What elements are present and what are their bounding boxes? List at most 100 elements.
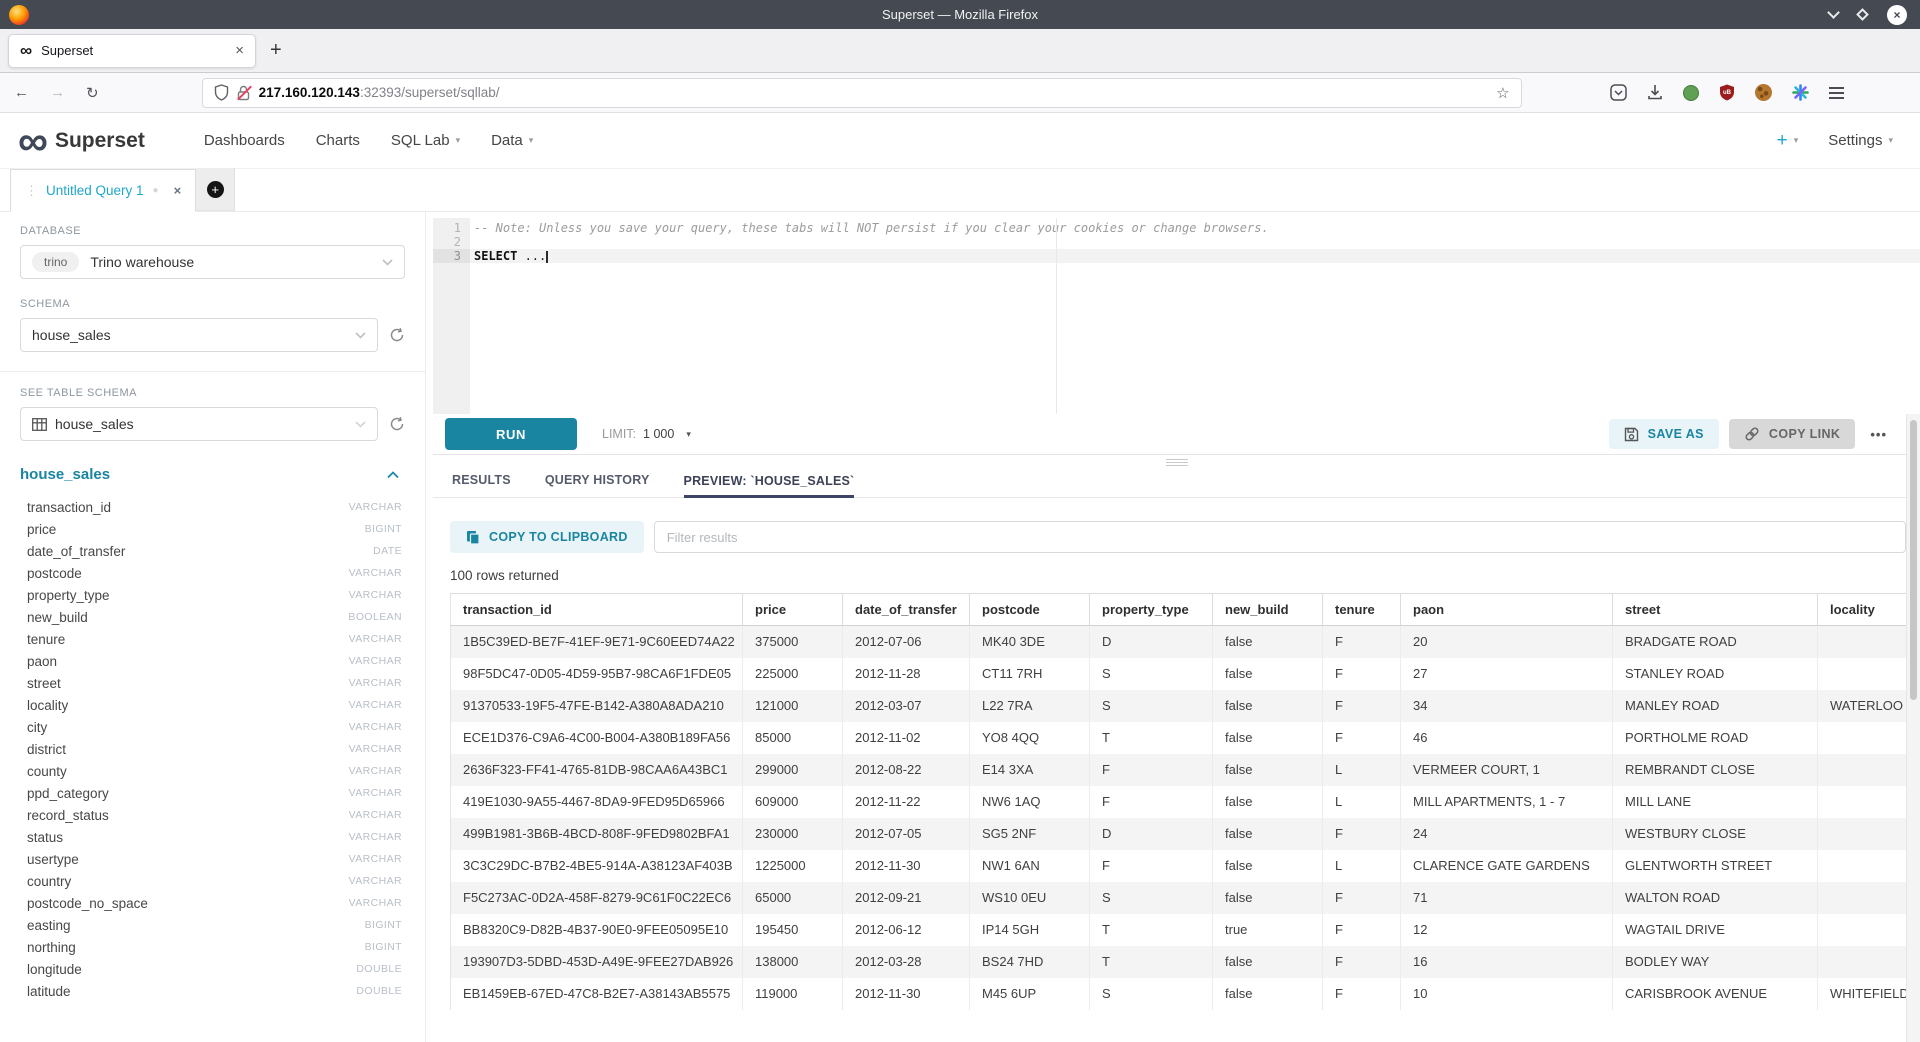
table-cell: 20 [1401, 626, 1613, 658]
schema-select[interactable]: house_sales [20, 318, 378, 352]
column-row[interactable]: tenure VARCHAR [20, 628, 405, 650]
table-cell: 1B5C39ED-BE7F-41EF-9E71-9C60EED74A22 [451, 626, 743, 658]
tab-close-icon[interactable]: × [235, 42, 244, 59]
table-row: F5C273AC-0D2A-458F-8279-9C61F0C22EC66500… [451, 882, 1914, 914]
back-icon[interactable]: ← [14, 84, 29, 101]
insecure-lock-icon[interactable] [237, 85, 250, 101]
column-header[interactable]: tenure [1323, 594, 1401, 626]
nav-item-dashboards[interactable]: Dashboards [204, 132, 285, 149]
tab-results[interactable]: RESULTS [452, 473, 511, 497]
column-row[interactable]: county VARCHAR [20, 760, 405, 782]
table-cell: 27 [1401, 658, 1613, 690]
column-row[interactable]: postcode VARCHAR [20, 562, 405, 584]
database-select[interactable]: trino Trino warehouse [20, 245, 405, 279]
table-cell: 3C3C29DC-B7B2-4BE5-914A-A38123AF403B [451, 850, 743, 882]
column-row[interactable]: paon VARCHAR [20, 650, 405, 672]
nav-item-data[interactable]: Data▾ [491, 132, 533, 149]
add-query-tab[interactable]: + [196, 168, 235, 211]
reload-icon[interactable]: ↻ [86, 84, 99, 102]
query-tab-untitled[interactable]: ⋮ Untitled Query 1 ● × [10, 169, 196, 212]
column-row[interactable]: district VARCHAR [20, 738, 405, 760]
browser-tab[interactable]: ∞ Superset × [8, 34, 256, 68]
column-row[interactable]: date_of_transfer DATE [20, 540, 405, 562]
scrollbar-thumb[interactable] [1910, 420, 1917, 700]
column-header[interactable]: locality [1818, 594, 1914, 626]
column-header[interactable]: transaction_id [451, 594, 743, 626]
column-type: VARCHAR [349, 633, 405, 645]
window-close-icon[interactable]: × [1887, 5, 1907, 25]
asterisk-extension-icon[interactable] [1792, 84, 1809, 101]
table-schema-select[interactable]: house_sales [20, 407, 378, 441]
column-row[interactable]: property_type VARCHAR [20, 584, 405, 606]
nav-item-sql-lab[interactable]: SQL Lab▾ [391, 132, 460, 149]
filter-results-input[interactable] [654, 521, 1906, 553]
table-cell: 2636F323-FF41-4765-81DB-98CAA6A43BC1 [451, 754, 743, 786]
table-cell: SG5 2NF [970, 818, 1090, 850]
superset-brand[interactable]: Superset [55, 129, 145, 153]
table-section-header[interactable]: house_sales [20, 466, 405, 483]
cookie-icon[interactable] [1755, 84, 1772, 101]
column-row[interactable]: status VARCHAR [20, 826, 405, 848]
superset-favicon-icon: ∞ [20, 42, 32, 59]
refresh-table-icon[interactable] [389, 416, 405, 432]
pocket-icon[interactable] [1610, 84, 1627, 101]
column-row[interactable]: city VARCHAR [20, 716, 405, 738]
column-row[interactable]: country VARCHAR [20, 870, 405, 892]
tab-query-history[interactable]: QUERY HISTORY [545, 473, 650, 497]
column-row[interactable]: street VARCHAR [20, 672, 405, 694]
shield-icon[interactable] [214, 84, 229, 101]
column-header[interactable]: street [1613, 594, 1818, 626]
copy-to-clipboard-button[interactable]: COPY TO CLIPBOARD [450, 521, 644, 553]
column-header[interactable]: paon [1401, 594, 1613, 626]
column-row[interactable]: usertype VARCHAR [20, 848, 405, 870]
add-new-button[interactable]: +▾ [1777, 130, 1799, 152]
minimize-icon[interactable] [1827, 6, 1840, 19]
url-bar[interactable]: 217.160.120.143 :32393/superset/sqllab/ … [202, 78, 1522, 108]
column-header[interactable]: property_type [1090, 594, 1213, 626]
table-cell: 1225000 [743, 850, 843, 882]
refresh-schema-icon[interactable] [389, 327, 405, 343]
column-row[interactable]: latitude DOUBLE [20, 980, 405, 1002]
forward-icon[interactable]: → [50, 84, 65, 101]
column-row[interactable]: transaction_id VARCHAR [20, 496, 405, 518]
column-row[interactable]: easting BIGINT [20, 914, 405, 936]
sql-editor[interactable]: 1 2 3 -- Note: Unless you save your quer… [433, 218, 1920, 414]
new-tab-button[interactable]: + [270, 39, 282, 62]
column-row[interactable]: locality VARCHAR [20, 694, 405, 716]
limit-control[interactable]: LIMIT: 1 000 ▾ [602, 427, 691, 441]
bookmark-star-icon[interactable]: ☆ [1496, 84, 1509, 102]
chevron-up-icon[interactable] [387, 471, 399, 479]
column-header[interactable]: price [743, 594, 843, 626]
column-row[interactable]: northing BIGINT [20, 936, 405, 958]
chevron-down-icon: ▾ [529, 135, 534, 146]
ublock-icon[interactable]: uB [1719, 84, 1735, 101]
tab-preview-house-sales[interactable]: PREVIEW: `HOUSE_SALES` [684, 474, 855, 498]
copy-link-button[interactable]: COPY LINK [1729, 419, 1855, 449]
more-actions-icon[interactable]: ••• [1870, 427, 1887, 442]
settings-menu[interactable]: Settings▾ [1828, 132, 1893, 149]
menu-hamburger-icon[interactable] [1829, 87, 1844, 99]
nav-item-charts[interactable]: Charts [316, 132, 360, 149]
column-header[interactable]: new_build [1213, 594, 1323, 626]
save-as-button[interactable]: SAVE AS [1609, 419, 1719, 449]
privacy-badger-icon[interactable] [1683, 85, 1699, 101]
drag-handle-icon[interactable]: ⋮ [25, 183, 38, 199]
pane-splitter[interactable] [433, 455, 1920, 469]
column-list: transaction_id VARCHAR price BIGINT date… [20, 496, 405, 1002]
column-row[interactable]: longitude DOUBLE [20, 958, 405, 980]
column-row[interactable]: price BIGINT [20, 518, 405, 540]
table-cell: 193907D3-5DBD-453D-A49E-9FEE27DAB926 [451, 946, 743, 978]
column-row[interactable]: record_status VARCHAR [20, 804, 405, 826]
table-cell: 2012-11-22 [843, 786, 970, 818]
results-scrollbar[interactable] [1906, 414, 1920, 1042]
maximize-icon[interactable] [1856, 8, 1869, 21]
query-tab-close-icon[interactable]: × [174, 183, 182, 198]
column-row[interactable]: ppd_category VARCHAR [20, 782, 405, 804]
editor-code-area[interactable]: -- Note: Unless you save your query, the… [470, 218, 1920, 414]
column-header[interactable]: date_of_transfer [843, 594, 970, 626]
run-button[interactable]: RUN [445, 418, 577, 450]
column-header[interactable]: postcode [970, 594, 1090, 626]
column-row[interactable]: new_build BOOLEAN [20, 606, 405, 628]
column-row[interactable]: postcode_no_space VARCHAR [20, 892, 405, 914]
download-icon[interactable] [1647, 84, 1663, 101]
